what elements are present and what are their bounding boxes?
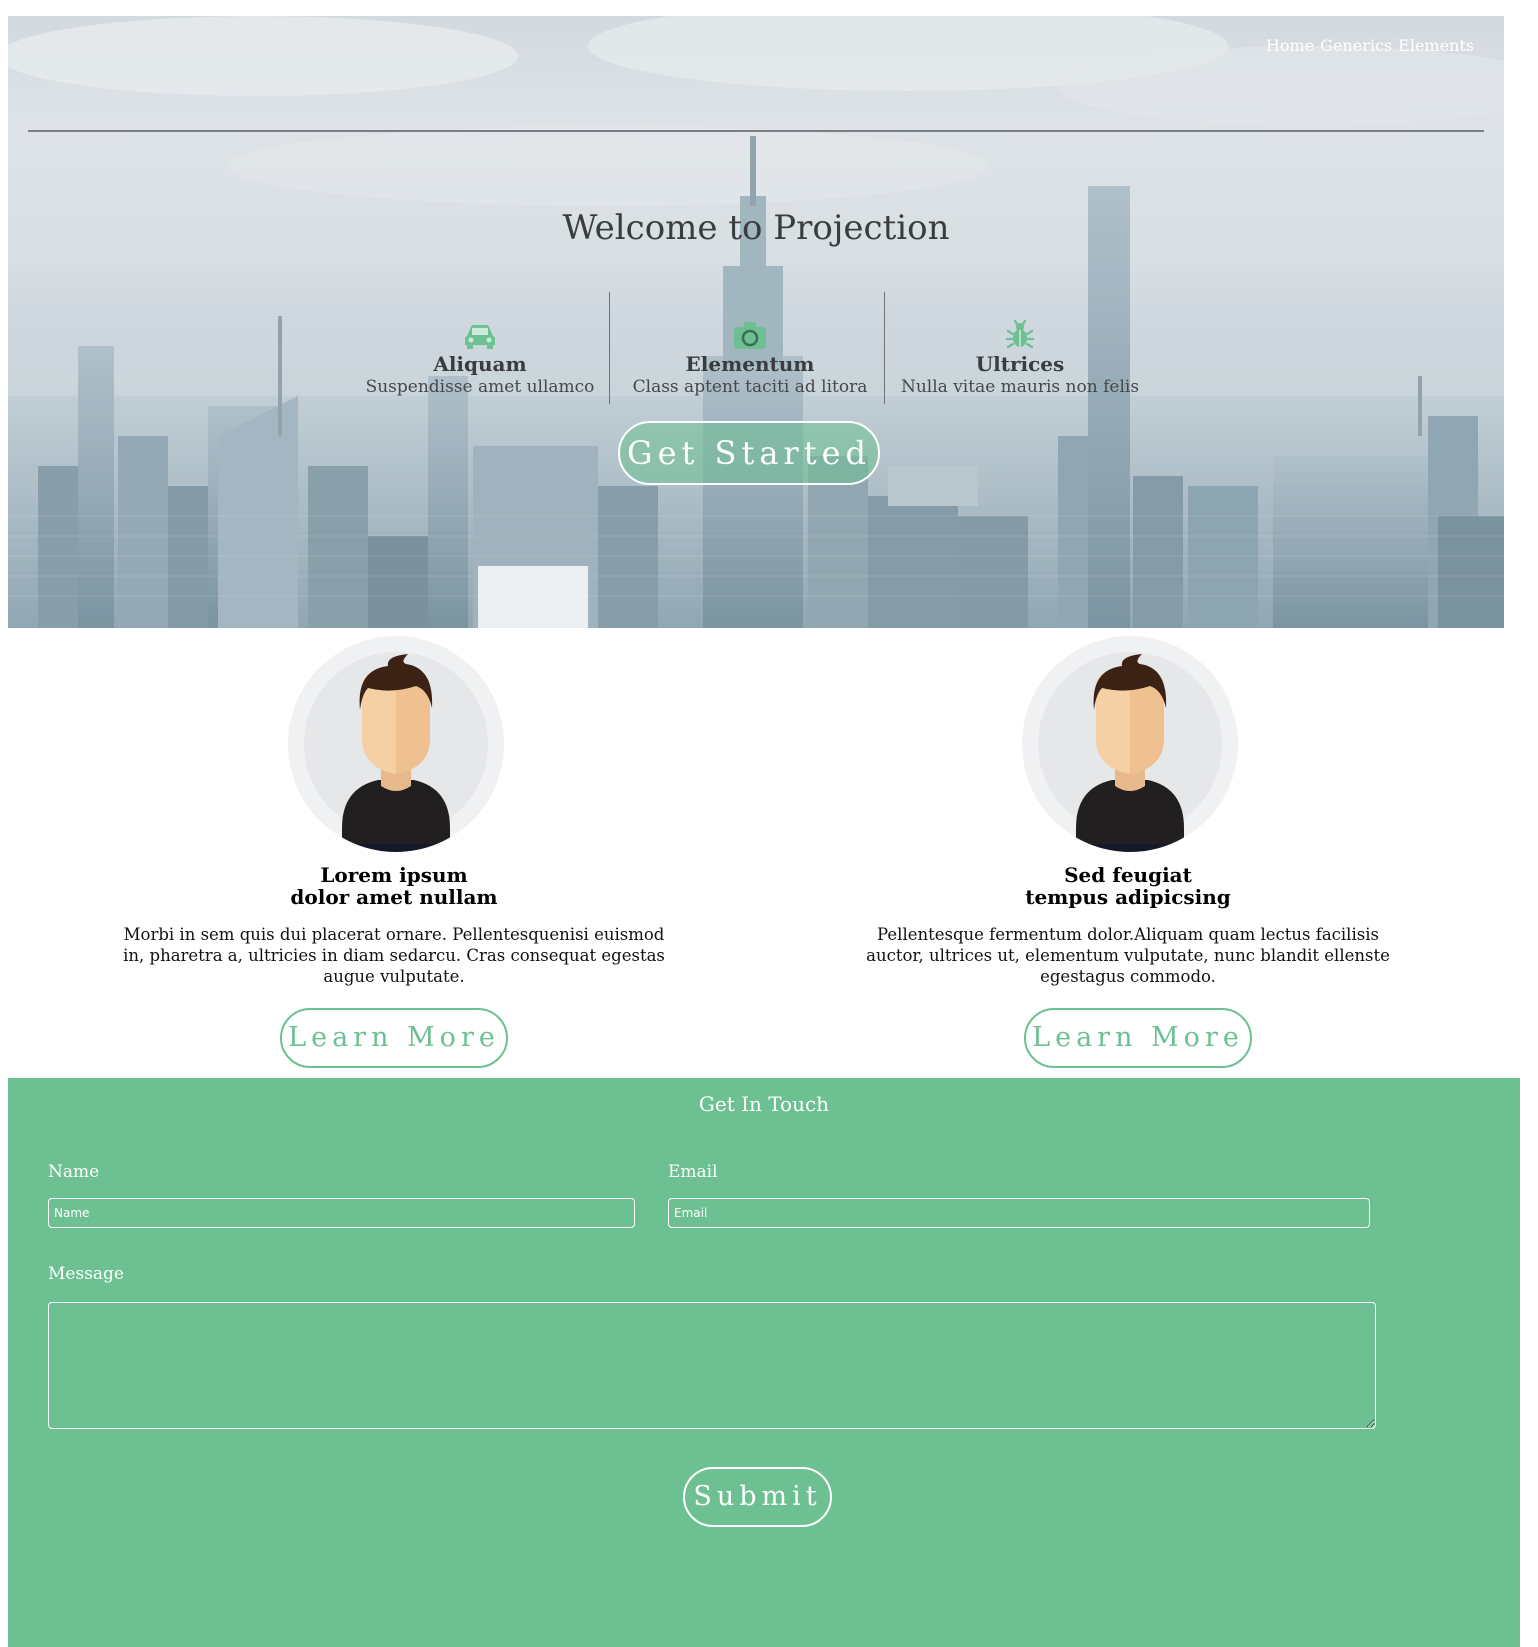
avatar [288,628,504,860]
feature-item: Elementum Class aptent taciti ad litora [620,312,880,397]
profile-name-line2: dolor amet nullam [290,885,498,909]
feature-description: Suspendisse amet ullamco [365,377,595,397]
get-started-button[interactable]: Get Started [618,421,880,485]
feature-item: Aliquam Suspendisse amet ullamco [350,312,610,397]
message-field[interactable] [48,1302,1376,1429]
camera-icon [620,312,880,350]
profile-name-line1: Sed feugiat [1064,863,1192,887]
profile-description: Morbi in sem quis dui placerat ornare. P… [123,925,665,986]
email-label: Email [668,1162,718,1182]
submit-button[interactable]: Submit [683,1467,832,1527]
feature-divider [884,292,885,404]
name-field[interactable] [48,1198,635,1228]
profile-description: Pellentesque fermentum dolor.Aliquam qua… [866,925,1390,986]
hero-divider [28,130,1484,132]
nav-link-generics[interactable]: Generics [1320,36,1392,55]
bug-icon [890,312,1150,350]
contact-title: Get In Touch [698,1092,830,1116]
nav-link-home[interactable]: Home [1266,36,1314,55]
feature-title: Aliquam [433,352,527,376]
learn-more-button[interactable]: Learn More [280,1008,508,1068]
feature-description: Nulla vitae mauris non felis [900,377,1140,397]
profile-name: Lorem ipsum dolor amet nullam [114,864,674,908]
nav-link-elements[interactable]: Elements [1398,36,1474,55]
profile-name-line2: tempus adipicsing [1025,885,1231,909]
feature-description: Class aptent taciti ad litora [632,377,868,397]
name-label: Name [48,1162,100,1182]
car-icon [350,312,610,350]
feature-item: Ultrices Nulla vitae mauris non felis [890,312,1150,397]
email-field[interactable] [668,1198,1370,1228]
message-label: Message [48,1264,124,1284]
hero-title: Welcome to Projection [562,208,950,248]
feature-title: Ultrices [975,352,1065,376]
learn-more-button[interactable]: Learn More [1024,1008,1252,1068]
main-nav: Home Generics Elements [1266,36,1474,55]
contact-section: Get In Touch Name Email Message Submit [8,1078,1520,1647]
profile-name: Sed feugiat tempus adipicsing [848,864,1408,908]
profile-name-line1: Lorem ipsum [320,863,468,887]
avatar [1022,628,1238,860]
feature-title: Elementum [685,352,815,376]
feature-divider [609,292,610,404]
